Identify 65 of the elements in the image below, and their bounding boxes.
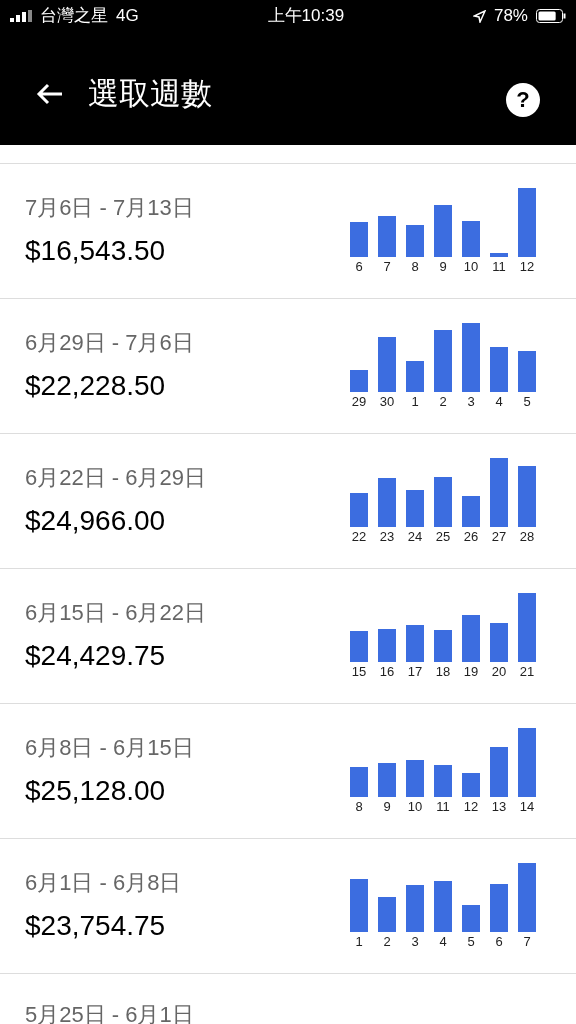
day-label: 10 bbox=[407, 799, 423, 815]
day-label: 8 bbox=[411, 259, 419, 275]
day-label: 2 bbox=[439, 394, 447, 410]
day-label: 7 bbox=[523, 934, 531, 950]
day-label: 21 bbox=[519, 664, 535, 680]
date-range[interactable]: 6月29日 - 7月6日 bbox=[25, 325, 194, 359]
date-range[interactable]: 7月6日 - 7月13日 bbox=[25, 190, 194, 224]
location-icon bbox=[472, 9, 486, 23]
day-label: 12 bbox=[519, 259, 535, 275]
day-label: 5 bbox=[523, 394, 531, 410]
day-label: 10 bbox=[463, 259, 479, 275]
date-range[interactable]: 6月22日 - 6月29日 bbox=[25, 460, 206, 494]
carrier-name: 台灣之星 bbox=[40, 5, 108, 28]
day-label: 1 bbox=[411, 394, 419, 410]
battery-icon bbox=[536, 9, 566, 23]
day-label: 30 bbox=[379, 394, 395, 410]
day-label: 11 bbox=[492, 259, 506, 275]
day-label: 16 bbox=[379, 664, 395, 680]
day-label: 3 bbox=[411, 934, 419, 950]
earnings-amount[interactable]: $25,128.00 bbox=[25, 769, 194, 812]
day-label: 27 bbox=[491, 529, 507, 545]
day-label: 4 bbox=[495, 394, 503, 410]
signal-icon bbox=[10, 10, 32, 22]
earnings-amount[interactable]: $24,429.75 bbox=[25, 634, 206, 677]
day-label: 29 bbox=[351, 394, 367, 410]
battery-percent: 78% bbox=[493, 5, 528, 28]
earnings-amount[interactable]: $24,966.00 bbox=[25, 499, 206, 542]
day-label: 1 bbox=[355, 934, 363, 950]
date-range[interactable]: 6月1日 - 6月8日 bbox=[25, 865, 182, 899]
network-type: 4G bbox=[116, 5, 139, 28]
date-range[interactable]: 6月8日 - 6月15日 bbox=[25, 730, 194, 764]
day-label: 5 bbox=[467, 934, 475, 950]
day-label: 25 bbox=[435, 529, 451, 545]
screen-title: 選取週數 bbox=[88, 74, 212, 113]
date-range[interactable]: 6月15日 - 6月22日 bbox=[25, 595, 206, 629]
date-range[interactable]: 5月25日 - 6月1日 bbox=[25, 998, 194, 1024]
day-label: 4 bbox=[439, 934, 447, 950]
day-label: 11 bbox=[436, 799, 450, 815]
day-label: 23 bbox=[379, 529, 395, 545]
earnings-amount[interactable]: $23,754.75 bbox=[25, 904, 182, 947]
day-label: 13 bbox=[491, 799, 507, 815]
earnings-amount[interactable]: $16,543.50 bbox=[25, 229, 194, 272]
day-label: 22 bbox=[351, 529, 367, 545]
day-label: 15 bbox=[351, 664, 367, 680]
day-label: 19 bbox=[463, 664, 479, 680]
day-label: 26 bbox=[463, 529, 479, 545]
day-label: 6 bbox=[495, 934, 503, 950]
day-label: 20 bbox=[491, 664, 507, 680]
day-label: 14 bbox=[519, 799, 535, 815]
day-label: 2 bbox=[383, 934, 391, 950]
day-label: 8 bbox=[355, 799, 363, 815]
clock-time: 上午10:39 bbox=[267, 5, 345, 28]
back-arrow-icon[interactable] bbox=[36, 82, 64, 105]
day-label: 7 bbox=[383, 259, 391, 275]
day-label: 17 bbox=[407, 664, 423, 680]
day-label: 3 bbox=[467, 394, 475, 410]
day-label: 6 bbox=[355, 259, 363, 275]
day-label: 24 bbox=[407, 529, 423, 545]
day-label: 12 bbox=[463, 799, 479, 815]
day-label: 9 bbox=[383, 799, 391, 815]
earnings-amount[interactable]: $22,228.50 bbox=[25, 364, 194, 407]
day-label: 28 bbox=[519, 529, 535, 545]
day-label: 9 bbox=[439, 259, 447, 275]
help-button[interactable]: ? bbox=[506, 83, 540, 117]
day-label: 18 bbox=[435, 664, 451, 680]
